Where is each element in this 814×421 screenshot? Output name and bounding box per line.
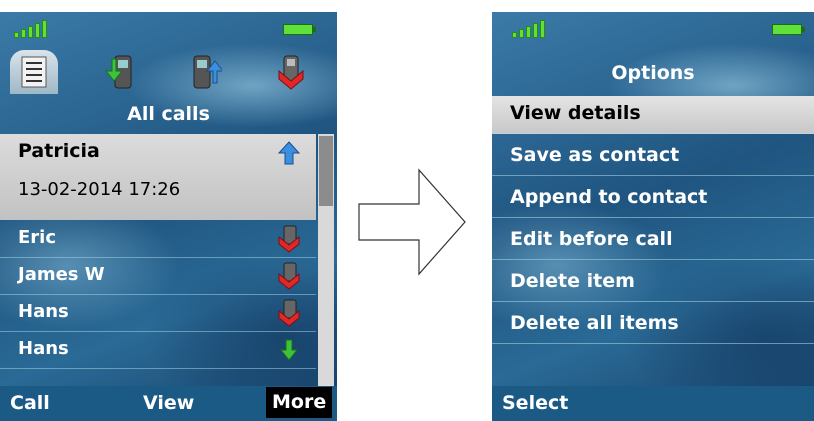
options-menu-screen: Options View details Save as contact App… bbox=[492, 12, 814, 421]
menu-item-label: Delete item bbox=[510, 270, 635, 292]
tab-missed-calls[interactable] bbox=[266, 50, 314, 94]
caller-name: Patricia bbox=[18, 140, 100, 162]
call-list-item-selected[interactable]: Patricia 13-02-2014 17:26 bbox=[0, 134, 316, 220]
caller-name: Eric bbox=[18, 227, 57, 248]
caller-name: Hans bbox=[18, 301, 69, 322]
tab-incoming-calls[interactable] bbox=[96, 50, 144, 94]
menu-item-delete-all-items[interactable]: Delete all items bbox=[492, 306, 814, 344]
menu-item-delete-item[interactable]: Delete item bbox=[492, 264, 814, 302]
call-type-tabs bbox=[0, 46, 337, 96]
signal-strength-icon bbox=[512, 20, 545, 38]
incoming-arrow-icon bbox=[279, 339, 299, 361]
call-datetime: 13-02-2014 17:26 bbox=[18, 179, 181, 200]
outgoing-arrow-icon bbox=[277, 141, 301, 165]
incoming-call-icon bbox=[104, 55, 132, 89]
missed-call-icon bbox=[278, 262, 300, 290]
missed-call-icon bbox=[278, 55, 304, 90]
outgoing-call-icon bbox=[193, 55, 222, 89]
tab-outgoing-calls[interactable] bbox=[181, 50, 229, 94]
caller-name: James W bbox=[18, 264, 105, 285]
softkey-view[interactable]: View bbox=[143, 390, 194, 417]
status-bar bbox=[0, 12, 337, 46]
menu-item-label: Delete all items bbox=[510, 312, 679, 334]
status-bar bbox=[492, 12, 814, 46]
softkey-bar: Call View More bbox=[0, 386, 337, 421]
menu-item-edit-before-call[interactable]: Edit before call bbox=[492, 222, 814, 260]
right-arrow-icon bbox=[358, 168, 466, 276]
menu-item-label: Append to contact bbox=[510, 186, 708, 208]
caller-name: Hans bbox=[18, 338, 69, 359]
menu-item-label: View details bbox=[510, 102, 641, 124]
missed-call-icon bbox=[278, 225, 300, 253]
call-log-screen: All calls Patricia 13-02-2014 17:26 Eric… bbox=[0, 12, 337, 421]
tab-all-calls[interactable] bbox=[10, 50, 58, 94]
signal-strength-icon bbox=[14, 20, 47, 38]
call-log-list-icon bbox=[21, 56, 47, 88]
battery-icon bbox=[772, 24, 805, 35]
menu-item-append-to-contact[interactable]: Append to contact bbox=[492, 180, 814, 218]
page-title: All calls bbox=[127, 103, 210, 125]
scrollbar[interactable] bbox=[318, 134, 334, 388]
call-list-item[interactable]: Eric bbox=[0, 221, 316, 258]
softkey-more[interactable]: More bbox=[266, 387, 333, 418]
softkey-select[interactable]: Select bbox=[502, 390, 568, 417]
call-list-item[interactable]: James W bbox=[0, 258, 316, 295]
softkey-bar: Select bbox=[492, 386, 814, 421]
menu-item-label: Edit before call bbox=[510, 228, 673, 250]
page-title: Options bbox=[611, 62, 695, 84]
call-list-item[interactable]: Hans bbox=[0, 332, 316, 369]
scrollbar-thumb[interactable] bbox=[319, 136, 333, 206]
menu-item-label: Save as contact bbox=[510, 144, 680, 166]
missed-call-icon bbox=[278, 299, 300, 327]
battery-icon bbox=[283, 24, 316, 35]
menu-item-view-details[interactable]: View details bbox=[492, 96, 814, 134]
call-list-item[interactable]: Hans bbox=[0, 295, 316, 332]
menu-item-save-as-contact[interactable]: Save as contact bbox=[492, 138, 814, 176]
softkey-call[interactable]: Call bbox=[10, 390, 50, 417]
